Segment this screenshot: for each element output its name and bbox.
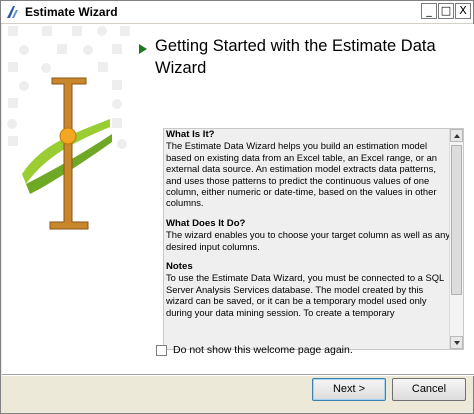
scrollbar-thumb[interactable] <box>451 145 462 295</box>
page-title-line-2: Wizard <box>155 59 207 77</box>
help-panel[interactable]: What Is It? The Estimate Data Wizard hel… <box>163 128 464 350</box>
window-title: Estimate Wizard <box>25 5 118 19</box>
section-text-what-is-it: The Estimate Data Wizard helps you build… <box>166 140 437 209</box>
triangle-arrow-icon <box>139 44 147 54</box>
page-title: Getting Started with the Estimate Data W… <box>155 35 465 79</box>
help-text: What Is It? The Estimate Data Wizard hel… <box>166 129 450 349</box>
section-text-what-does-it-do: The wizard enables you to choose your ta… <box>166 229 450 252</box>
estimate-illustration <box>2 24 134 374</box>
estimate-wizard-window: Estimate Wizard _ □ X Getting Started wi… <box>0 0 474 414</box>
section-heading-notes: Notes <box>166 261 193 273</box>
close-button[interactable]: X <box>455 3 471 19</box>
section-heading-what-does-it-do: What Does It Do? <box>166 217 246 229</box>
wizard-content: Getting Started with the Estimate Data W… <box>2 24 474 374</box>
page-title-line-1: Getting Started with the Estimate Data <box>155 37 436 55</box>
estimate-wizard-icon <box>7 6 18 18</box>
section-heading-what-is-it: What Is It? <box>166 129 215 140</box>
minimize-button[interactable]: _ <box>421 3 437 19</box>
do-not-show-checkbox[interactable] <box>156 345 167 356</box>
title-bar[interactable]: Estimate Wizard _ □ X <box>1 1 473 24</box>
section-text-notes: To use the Estimate Data Wizard, you mus… <box>166 272 444 318</box>
cancel-button[interactable]: Cancel <box>392 378 466 401</box>
scroll-down-arrow-icon[interactable] <box>450 336 463 349</box>
help-scrollbar[interactable] <box>449 129 463 349</box>
maximize-button[interactable]: □ <box>438 3 454 19</box>
do-not-show-label[interactable]: Do not show this welcome page again. <box>173 344 353 356</box>
next-button[interactable]: Next > <box>312 378 386 401</box>
button-divider <box>2 374 474 376</box>
scroll-up-arrow-icon[interactable] <box>450 129 463 142</box>
